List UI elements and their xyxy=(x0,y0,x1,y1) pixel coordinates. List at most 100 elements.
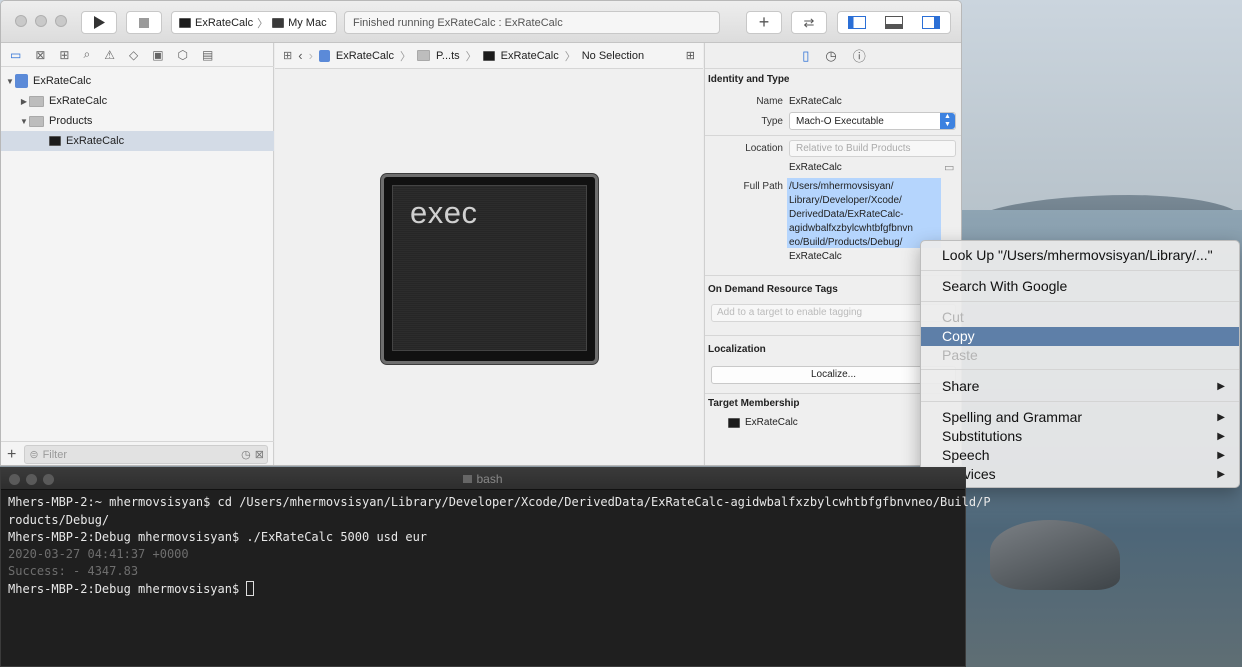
menu-item-lookup[interactable]: Look Up "/Users/mhermovsisyan/Library/..… xyxy=(921,246,1239,265)
source-control-icon[interactable]: ⊠ xyxy=(35,48,45,62)
editor-area: ⊞ ‹ › ExRateCalc 〉 P...ts 〉 ExRateCalc 〉… xyxy=(275,43,703,465)
chevron-right-icon: 〉 xyxy=(564,50,576,63)
terminal-window: bash Mhers-MBP-2:~ mhermovsisyan$ cd /Us… xyxy=(0,467,991,667)
terminal-line: Mhers-MBP-2:~ mhermovsisyan$ cd /Users/m… xyxy=(8,495,991,509)
report-icon[interactable]: ▤ xyxy=(202,48,213,62)
forward-button[interactable]: › xyxy=(309,48,313,63)
minimize-window-button[interactable] xyxy=(35,15,47,27)
membership-row[interactable]: ExRateCalc xyxy=(728,417,798,428)
zoom-window-button[interactable] xyxy=(55,15,67,27)
debug-icon[interactable]: ▣ xyxy=(152,48,163,62)
navigator-tabs: ▭ ⊠ ⊞ ⌕ ⚠ ◇ ▣ ⬡ ▤ xyxy=(1,43,274,67)
fullpath-line[interactable]: agidwbalfxzbylcwhtbfgfbnvn xyxy=(789,223,913,234)
divider xyxy=(705,135,961,136)
localization-section-title: Localization xyxy=(708,344,766,355)
close-window-button[interactable] xyxy=(15,15,27,27)
jumpbar-project[interactable]: ExRateCalc xyxy=(336,50,394,62)
back-button[interactable]: ‹ xyxy=(298,48,302,63)
filter-field[interactable]: ⊜ Filter ◷ ⊠ xyxy=(24,445,268,464)
project-icon xyxy=(318,49,330,62)
scm-filter-icon[interactable]: ⊠ xyxy=(255,448,264,461)
menu-item-copy[interactable]: Copy xyxy=(921,327,1239,346)
navigator-footer: + ⊜ Filter ◷ ⊠ xyxy=(1,441,274,465)
test-icon[interactable]: ◇ xyxy=(129,48,138,62)
stop-button[interactable] xyxy=(126,11,162,34)
fullpath-line[interactable]: DerivedData/ExRateCalc- xyxy=(789,209,904,220)
add-editor-icon[interactable]: ⊞ xyxy=(686,49,695,62)
scheme-selector[interactable]: ExRateCalc 〉 My Mac xyxy=(171,11,337,34)
panel-toggle-group xyxy=(837,11,951,34)
text-cursor xyxy=(246,581,255,596)
history-icon[interactable]: ◷ xyxy=(825,48,836,64)
fullpath-line[interactable]: eo/Build/Products/Debug/ xyxy=(789,237,902,248)
submenu-arrow-icon: ▶ xyxy=(1217,381,1225,392)
disclosure-closed-icon[interactable]: ▶ xyxy=(19,97,29,106)
menu-item-spelling[interactable]: Spelling and Grammar ▶ xyxy=(921,408,1239,427)
recent-files-icon[interactable]: ◷ xyxy=(241,448,251,461)
location-file: ExRateCalc xyxy=(789,162,842,173)
submenu-arrow-icon: ▶ xyxy=(1217,450,1225,461)
navigator-item-group[interactable]: ▶ ExRateCalc xyxy=(1,91,274,111)
navigator-item-label: ExRateCalc xyxy=(49,95,108,107)
help-icon[interactable]: ⓘ xyxy=(853,46,866,65)
menu-item-label: Spelling and Grammar xyxy=(942,409,1083,425)
disclosure-open-icon[interactable]: ▼ xyxy=(19,117,29,126)
type-popup[interactable]: Mach-O Executable ▲ ▼ xyxy=(789,112,956,130)
menu-item-substitutions[interactable]: Substitutions ▶ xyxy=(921,427,1239,446)
menu-item-services[interactable]: Services ▶ xyxy=(921,465,1239,484)
related-items-icon[interactable]: ⊞ xyxy=(283,49,292,62)
navigator-item-products[interactable]: ▼ Products xyxy=(1,111,274,131)
menu-item-search-google[interactable]: Search With Google xyxy=(921,277,1239,296)
jumpbar-file[interactable]: ExRateCalc xyxy=(501,50,559,62)
menu-item-label: Substitutions xyxy=(942,428,1023,444)
terminal-line: Mhers-MBP-2:Debug mhermovsisyan$ xyxy=(8,581,247,596)
symbol-icon[interactable]: ⊞ xyxy=(59,48,69,62)
fullpath-line[interactable]: Library/Developer/Xcode/ xyxy=(789,195,902,206)
menu-separator xyxy=(921,401,1239,402)
name-label: Name xyxy=(756,96,783,107)
terminal-line: roducts/Debug/ xyxy=(8,513,110,527)
disclosure-open-icon[interactable]: ▼ xyxy=(5,77,15,86)
add-file-button[interactable]: + xyxy=(7,446,16,464)
breakpoint-icon[interactable]: ⬡ xyxy=(178,48,188,62)
jumpbar-selection[interactable]: No Selection xyxy=(582,50,644,62)
bottom-panel-icon[interactable] xyxy=(884,16,903,29)
run-button[interactable] xyxy=(81,11,117,34)
activity-status: Finished running ExRateCalc : ExRateCalc xyxy=(344,11,720,34)
file-icon[interactable]: ▯ xyxy=(802,48,809,64)
mac-icon xyxy=(272,17,285,28)
chevron-right-icon: 〉 xyxy=(257,17,269,30)
location-popup[interactable]: Relative to Build Products xyxy=(789,140,956,157)
name-value[interactable]: ExRateCalc xyxy=(789,96,842,107)
menu-item-share[interactable]: Share ▶ xyxy=(921,377,1239,396)
warning-icon[interactable]: ⚠ xyxy=(104,48,115,62)
jumpbar-group[interactable]: P...ts xyxy=(436,50,460,62)
find-icon[interactable]: ⌕ xyxy=(83,47,90,62)
play-icon xyxy=(94,16,105,29)
project-icon xyxy=(15,74,28,88)
destination-name: My Mac xyxy=(288,16,327,29)
code-review-button[interactable]: ⇄ xyxy=(791,11,827,34)
folder-icon[interactable]: ▭ xyxy=(944,161,954,174)
navigator-item-executable[interactable]: ExRateCalc xyxy=(1,131,274,151)
jump-bar: ⊞ ‹ › ExRateCalc 〉 P...ts 〉 ExRateCalc 〉… xyxy=(275,43,703,69)
right-panel-icon[interactable] xyxy=(922,16,941,29)
menu-item-cut: Cut xyxy=(942,309,964,325)
terminal-app-icon xyxy=(179,17,191,28)
left-panel-icon[interactable] xyxy=(847,16,866,29)
fullpath-line[interactable]: ExRateCalc xyxy=(789,251,842,262)
scheme-name: ExRateCalc xyxy=(195,16,254,29)
menu-item-paste: Paste xyxy=(942,347,978,363)
identity-section-title: Identity and Type xyxy=(708,74,790,85)
navigator-item-project[interactable]: ▼ ExRateCalc xyxy=(1,71,274,91)
library-button[interactable]: + xyxy=(746,11,782,34)
terminal-prompt-row[interactable]: Mhers-MBP-2:Debug mhermovsisyan$ xyxy=(8,581,255,596)
folder-icon xyxy=(416,50,430,61)
menu-item-speech[interactable]: Speech ▶ xyxy=(921,446,1239,465)
fullpath-line[interactable]: /Users/mhermovsisyan/ xyxy=(789,181,893,192)
submenu-arrow-icon: ▶ xyxy=(1217,431,1225,442)
exec-label: exec xyxy=(410,195,478,230)
folder-icon[interactable]: ▭ xyxy=(10,48,21,62)
project-navigator: ▭ ⊠ ⊞ ⌕ ⚠ ◇ ▣ ⬡ ▤ ▼ ExRateCalc ▶ ExRateC… xyxy=(1,43,274,465)
target-icon xyxy=(728,417,740,428)
